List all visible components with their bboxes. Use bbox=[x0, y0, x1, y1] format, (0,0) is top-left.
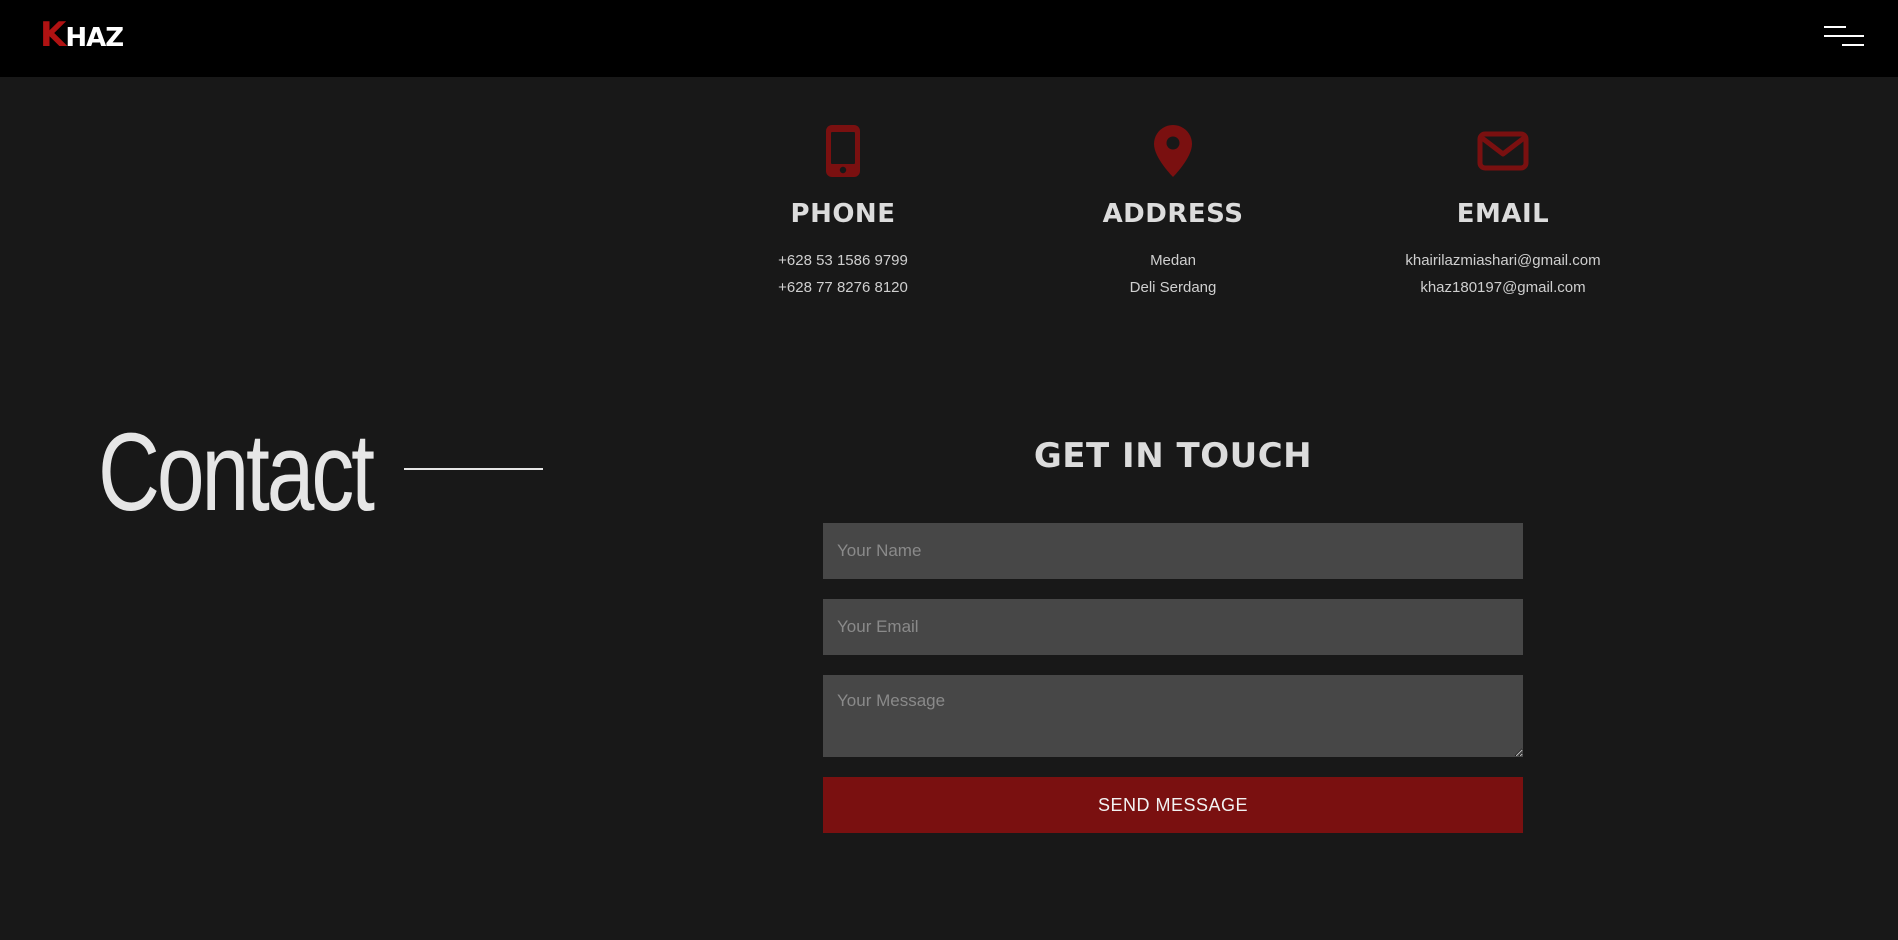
heading-divider bbox=[404, 468, 543, 470]
hamburger-menu-icon[interactable] bbox=[1820, 22, 1864, 54]
logo-initial: K bbox=[40, 15, 66, 55]
site-logo[interactable]: KHAZ bbox=[40, 15, 124, 55]
section-heading: Contact bbox=[98, 411, 375, 534]
phone-title: PHONE bbox=[790, 199, 896, 229]
address-line-2: Deli Serdang bbox=[1129, 279, 1217, 296]
message-textarea[interactable] bbox=[823, 675, 1523, 757]
menu-line bbox=[1842, 44, 1864, 46]
address-title: ADDRESS bbox=[1102, 199, 1244, 229]
email-input[interactable] bbox=[823, 599, 1523, 655]
phone-number-1[interactable]: +628 53 1586 9799 bbox=[693, 247, 993, 274]
email-address-2[interactable]: khaz180197@gmail.com bbox=[1353, 274, 1653, 301]
menu-line bbox=[1824, 35, 1864, 37]
address-line-1: Medan bbox=[1150, 252, 1196, 269]
email-info: EMAIL khairilazmiashari@gmail.com khaz18… bbox=[1353, 125, 1653, 301]
address-info: ADDRESS Medan Deli Serdang bbox=[1023, 125, 1323, 301]
email-address-1[interactable]: khairilazmiashari@gmail.com bbox=[1353, 247, 1653, 274]
logo-text: HAZ bbox=[65, 23, 124, 53]
email-title: EMAIL bbox=[1456, 199, 1550, 229]
name-input[interactable] bbox=[823, 523, 1523, 579]
mobile-phone-icon bbox=[826, 125, 860, 177]
envelope-icon bbox=[1477, 131, 1529, 171]
phone-info: PHONE +628 53 1586 9799 +628 77 8276 812… bbox=[693, 125, 993, 301]
send-message-button[interactable]: SEND MESSAGE bbox=[823, 777, 1523, 833]
map-pin-icon bbox=[1154, 125, 1192, 177]
menu-line bbox=[1824, 26, 1846, 28]
form-title: GET IN TOUCH bbox=[1033, 436, 1313, 476]
phone-number-2[interactable]: +628 77 8276 8120 bbox=[693, 274, 993, 301]
navbar: KHAZ bbox=[0, 0, 1898, 77]
